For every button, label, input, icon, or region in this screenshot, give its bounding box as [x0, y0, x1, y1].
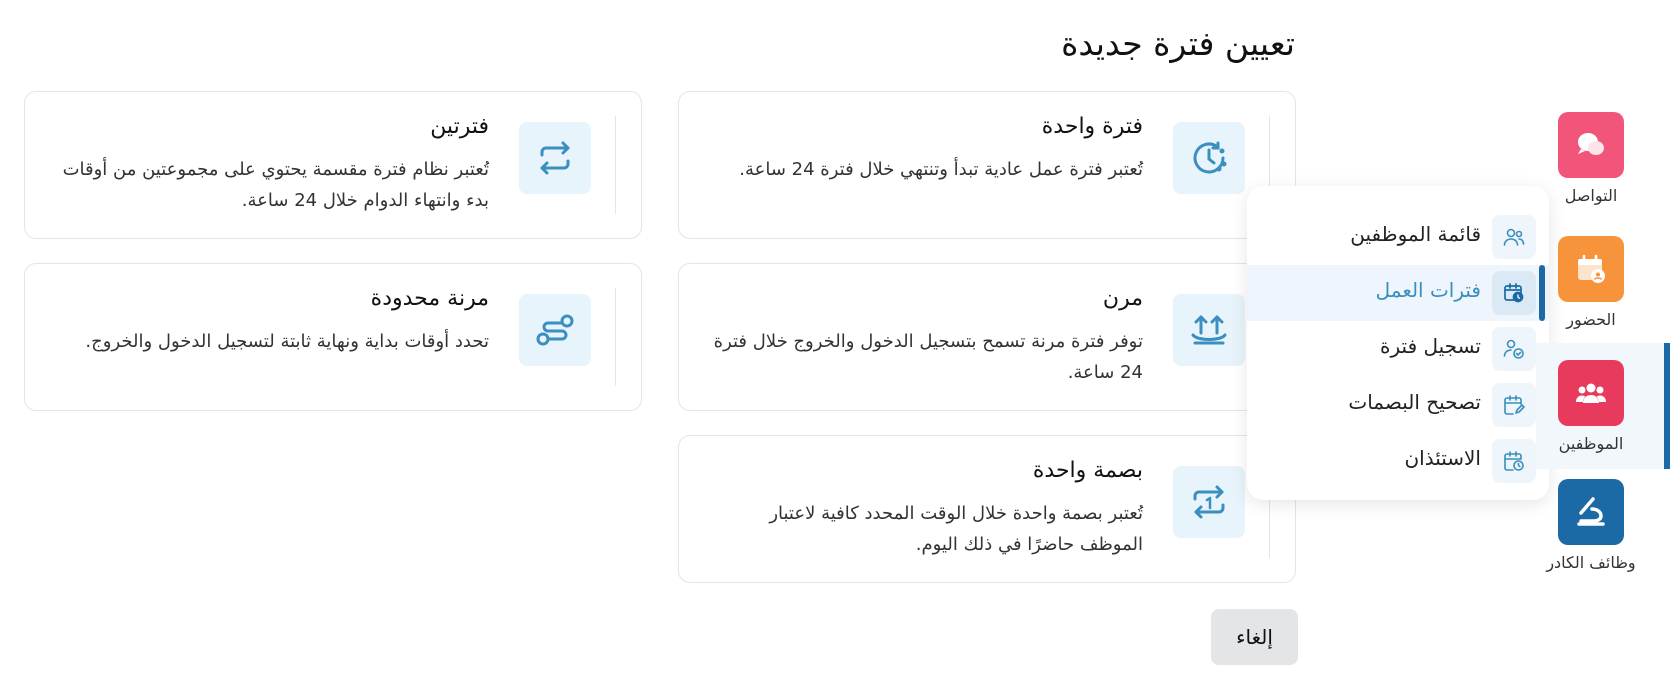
employees-submenu: قائمة الموظفين فترات العمل تسجيل فترة تص…: [1247, 186, 1549, 500]
card-title: مرن: [1102, 286, 1143, 311]
cadre-jobs-icon: [1558, 479, 1624, 545]
menu-item-label: تصحيح البصمات: [1348, 390, 1481, 414]
shift-type-card-flexible[interactable]: مرن توفر فترة مرنة تسمح بتسجيل الدخول وا…: [678, 263, 1296, 411]
card-divider: [615, 288, 616, 386]
clock-icon: [1173, 122, 1245, 194]
card-title: بصمة واحدة: [1032, 458, 1143, 483]
menu-item-fingerprint-correction[interactable]: تصحيح البصمات: [1247, 377, 1549, 433]
calendar-timer-icon: [1492, 439, 1536, 483]
assign-shift-modal: تعيين فترة جديدة فترة واحدة تُعتبر فترة …: [2, 2, 1320, 684]
rail-item-label: الحضور: [1566, 310, 1616, 329]
app-sidebar: التواصل الحضور الموظفين وظائف الكادر: [1536, 102, 1670, 582]
user-check-icon: [1492, 327, 1536, 371]
card-description: تُعتبر فترة عمل عادية تبدأ وتنتهي خلال ف…: [739, 159, 1143, 180]
calendar-edit-icon: [1492, 383, 1536, 427]
menu-item-employees-list[interactable]: قائمة الموظفين: [1247, 209, 1549, 265]
card-title: فترة واحدة: [1041, 114, 1143, 139]
menu-item-work-shifts[interactable]: فترات العمل: [1247, 265, 1549, 321]
menu-item-label: الاستئذان: [1404, 446, 1481, 470]
single-punch-icon: [1173, 466, 1245, 538]
employees-icon: [1558, 360, 1624, 426]
rail-item-label: وظائف الكادر: [1546, 553, 1636, 572]
calendar-clock-icon: [1492, 271, 1536, 315]
flex-arrows-icon: [1173, 294, 1245, 366]
rail-item-label: التواصل: [1564, 186, 1618, 205]
card-divider: [615, 116, 616, 214]
card-description: تُعتبر نظام فترة مقسمة يحتوي على مجموعتي…: [62, 159, 489, 211]
shift-type-card-limited-flexible[interactable]: مرنة محدودة تحدد أوقات بداية ونهاية ثابت…: [24, 263, 642, 411]
card-description: تحدد أوقات بداية ونهاية ثابتة لتسجيل الد…: [85, 331, 489, 352]
shift-type-card-single[interactable]: فترة واحدة تُعتبر فترة عمل عادية تبدأ وت…: [678, 91, 1296, 239]
swap-arrows-icon: [519, 122, 591, 194]
rail-active-indicator: [1664, 343, 1670, 469]
card-title: مرنة محدودة: [370, 286, 489, 311]
route-icon: [519, 294, 591, 366]
menu-item-label: تسجيل فترة: [1380, 334, 1481, 358]
rail-item-label: الموظفين: [1558, 434, 1624, 453]
users-icon: [1492, 215, 1536, 259]
menu-item-permission[interactable]: الاستئذان: [1247, 433, 1549, 489]
shift-type-card-single-punch[interactable]: بصمة واحدة تُعتبر بصمة واحدة خلال الوقت …: [678, 435, 1296, 583]
modal-title: تعيين فترة جديدة: [1061, 24, 1295, 63]
cancel-button[interactable]: إلغاء: [1211, 609, 1298, 665]
attendance-icon: [1558, 236, 1624, 302]
chat-icon: [1558, 112, 1624, 178]
menu-item-label: فترات العمل: [1375, 278, 1481, 302]
card-description: توفر فترة مرنة تسمح بتسجيل الدخول والخرو…: [713, 331, 1143, 383]
menu-item-label: قائمة الموظفين: [1350, 222, 1481, 246]
card-title: فترتين: [430, 114, 489, 139]
card-description: تُعتبر بصمة واحدة خلال الوقت المحدد كافي…: [769, 503, 1143, 555]
menu-item-register-shift[interactable]: تسجيل فترة: [1247, 321, 1549, 377]
shift-type-card-split[interactable]: فترتين تُعتبر نظام فترة مقسمة يحتوي على …: [24, 91, 642, 239]
